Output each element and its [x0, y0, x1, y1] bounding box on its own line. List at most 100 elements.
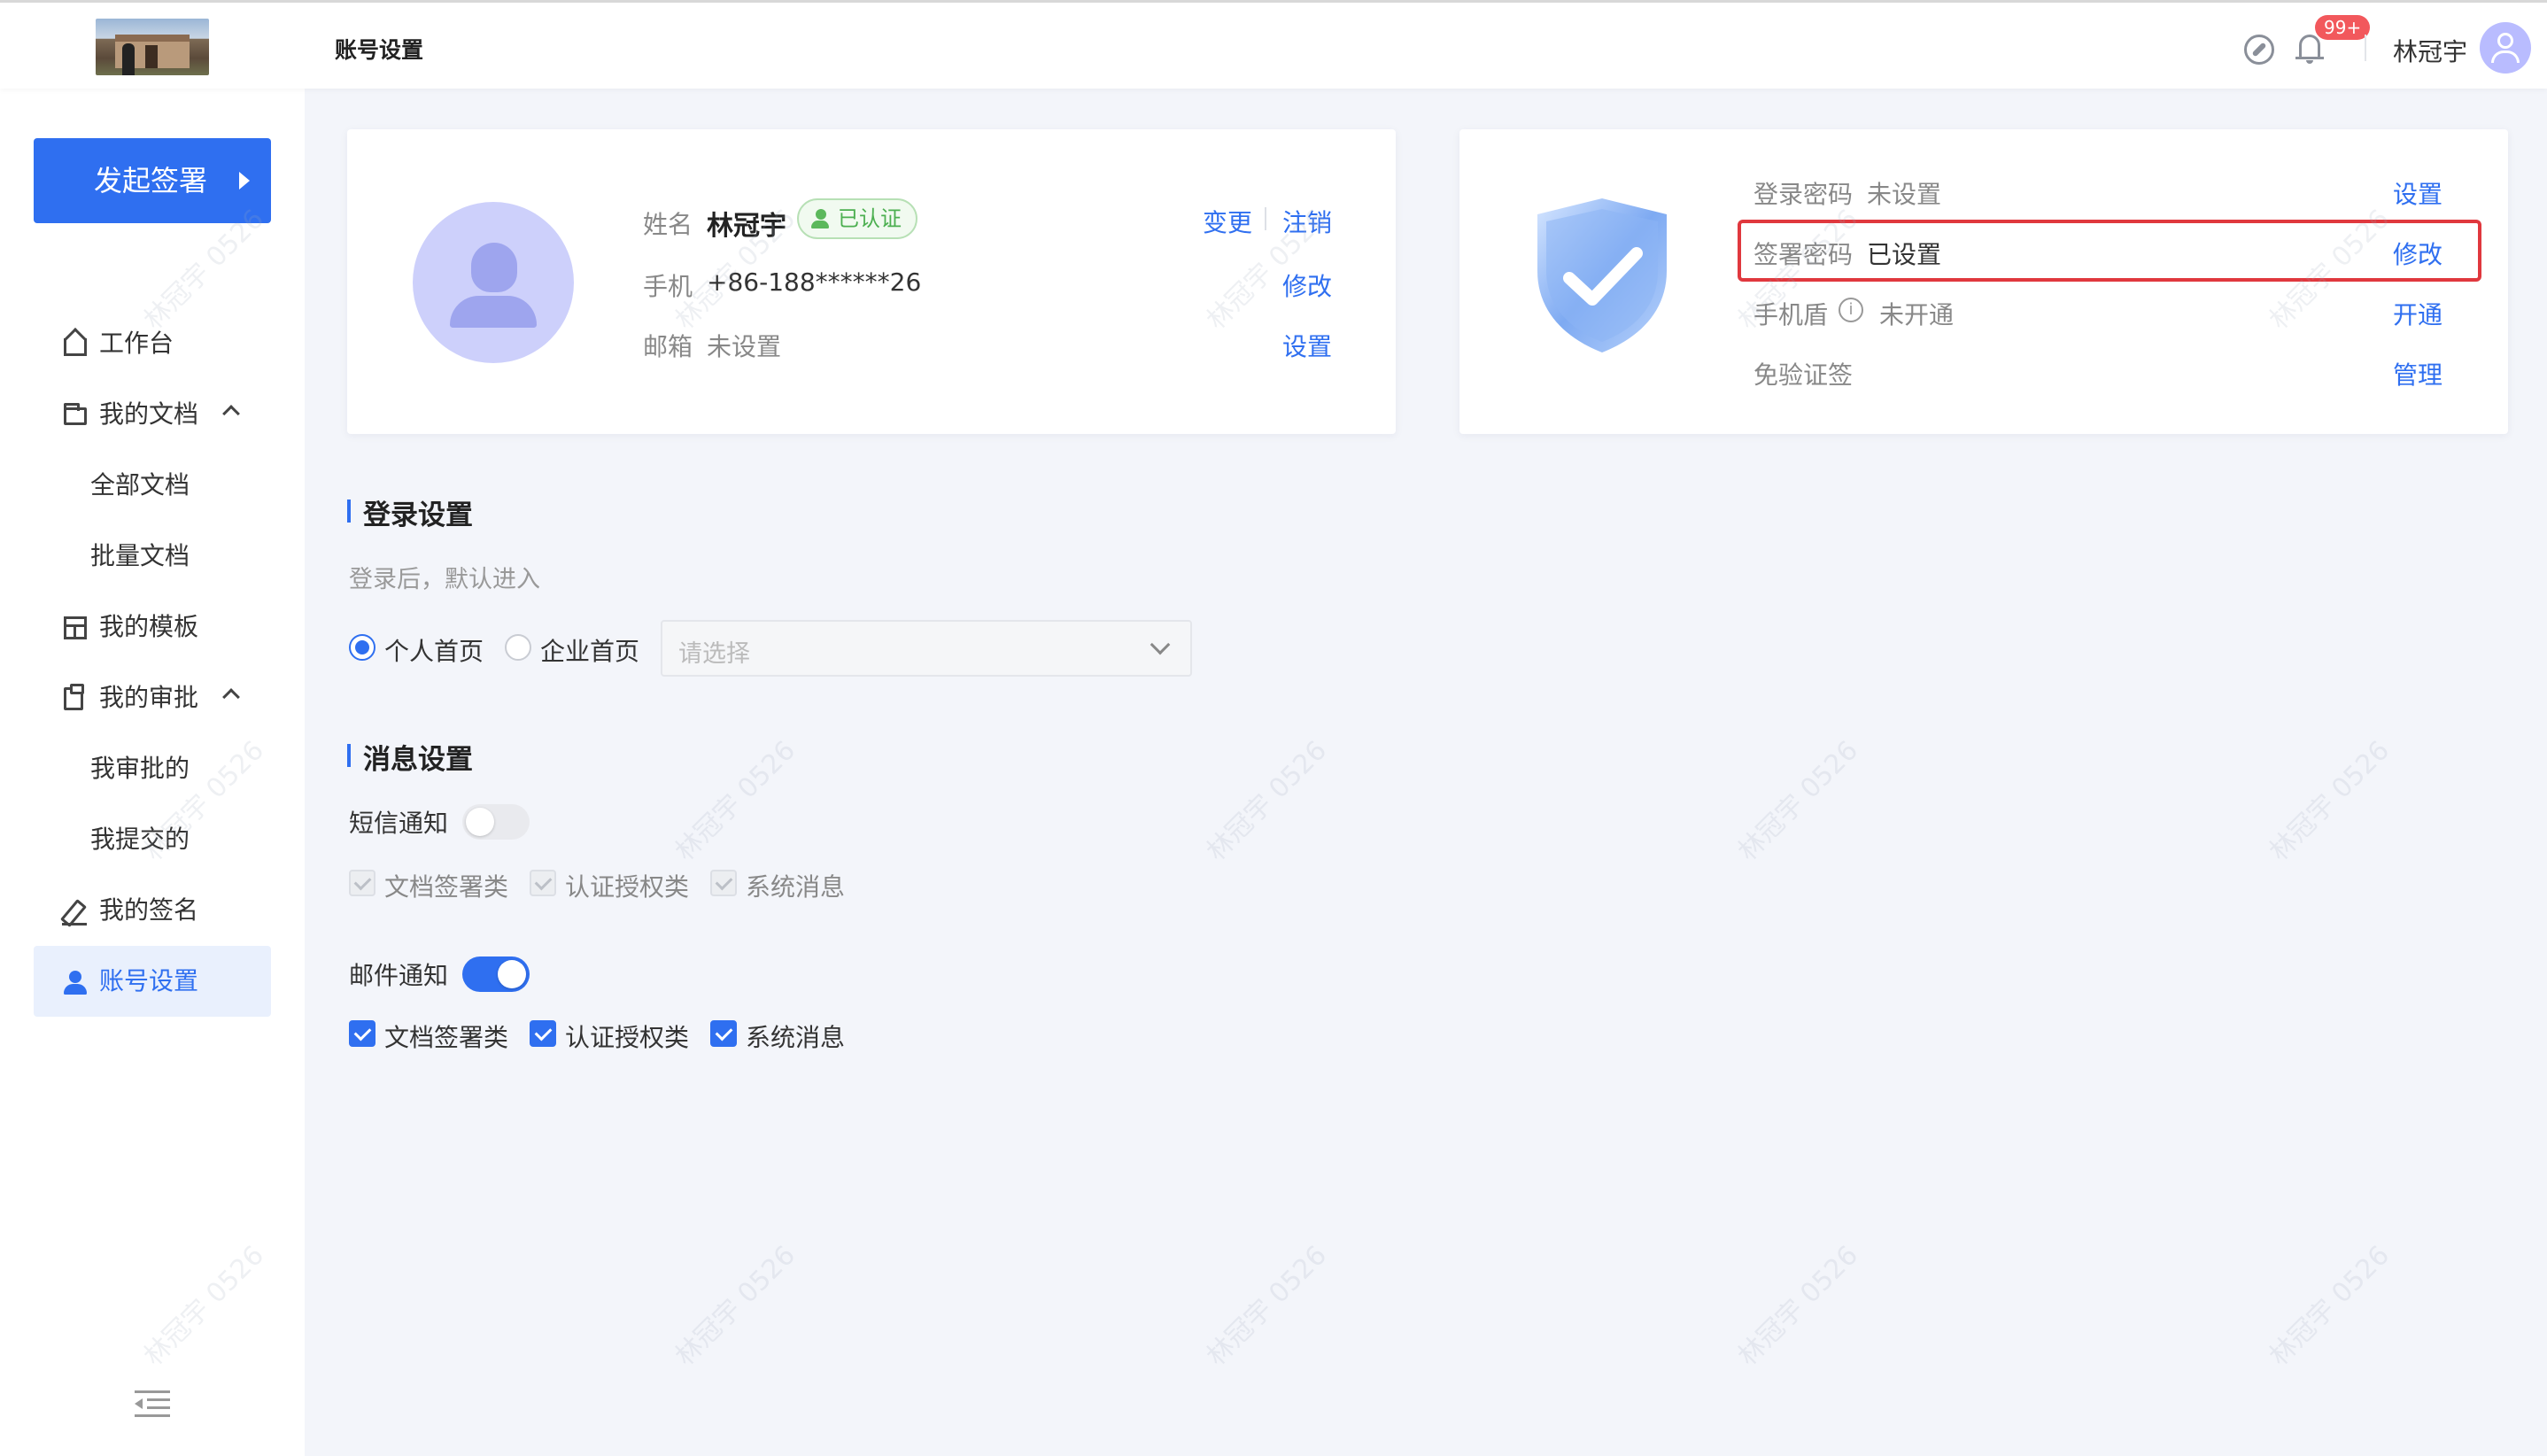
- select-placeholder: 请选择: [678, 640, 750, 668]
- login-settings-desc: 登录后，默认进入: [349, 566, 540, 593]
- sidebar-item-label: 我的签名: [99, 895, 199, 925]
- set-email-link[interactable]: 设置: [1282, 328, 1332, 363]
- watermark-text: 林冠宇 0526: [669, 1239, 801, 1373]
- email-check-system-label: 系统消息: [746, 1023, 846, 1052]
- profile-avatar: [413, 202, 574, 363]
- compass-icon[interactable]: [2244, 35, 2274, 65]
- sidebar-item-label: 我审批的: [90, 754, 190, 783]
- email-check-auth-label: 认证授权类: [565, 1023, 690, 1052]
- message-settings-title: 消息设置: [347, 737, 473, 777]
- chevron-down-icon: [1150, 634, 1171, 655]
- manage-no-verify-link[interactable]: 管理: [2393, 356, 2442, 391]
- sidebar-item-all-docs[interactable]: 全部文档: [34, 450, 271, 521]
- sidebar-item-label: 全部文档: [90, 470, 190, 500]
- watermark-text: 林冠宇 0526: [1731, 734, 1864, 868]
- watermark-text: 林冠宇 0526: [2263, 734, 2396, 868]
- email-notify-switch[interactable]: [462, 956, 530, 992]
- logo[interactable]: [96, 19, 209, 75]
- sms-notify-label: 短信通知: [349, 809, 449, 838]
- email-check-system[interactable]: [710, 1020, 737, 1047]
- sidebar-item-label: 账号设置: [99, 966, 199, 995]
- security-card: 登录密码 未设置 设置 签署密码 已设置 修改 手机盾 i 未开通 开通 免验证…: [1459, 129, 2508, 434]
- enable-phone-shield-link[interactable]: 开通: [2393, 296, 2442, 331]
- verified-tag: 已认证: [797, 198, 917, 239]
- collapse-sidebar-icon[interactable]: [135, 1390, 170, 1417]
- login-password-value: 未设置: [1867, 180, 1942, 209]
- chevron-up-icon: [222, 688, 240, 706]
- caret-right-icon: [239, 172, 250, 190]
- sidebar-item-label: 批量文档: [90, 541, 190, 570]
- sidebar-item-batch-docs[interactable]: 批量文档: [34, 521, 271, 592]
- phone-shield-label: 手机盾: [1753, 300, 1829, 329]
- phone-shield-value: 未开通: [1879, 300, 1955, 329]
- header-divider: [2365, 35, 2366, 61]
- watermark-text: 林冠宇 0526: [1200, 734, 1333, 868]
- sms-notify-switch[interactable]: [462, 804, 530, 840]
- sidebar-item-label: 工作台: [99, 329, 174, 358]
- sidebar-item-label: 我的文档: [99, 399, 199, 429]
- phone-label: 手机: [643, 272, 693, 301]
- pen-icon: [62, 900, 87, 925]
- sidebar-item-my-docs[interactable]: 我的文档: [34, 379, 271, 450]
- modify-phone-link[interactable]: 修改: [1282, 267, 1332, 303]
- modify-sign-password-link[interactable]: 修改: [2393, 236, 2442, 271]
- link-divider: [1265, 207, 1266, 230]
- radio-company-label[interactable]: 企业首页: [540, 632, 639, 668]
- sms-check-auth[interactable]: [530, 870, 556, 896]
- company-select[interactable]: 请选择: [661, 620, 1192, 677]
- home-icon: [64, 338, 87, 356]
- no-verify-sign-label: 免验证签: [1753, 360, 1854, 390]
- sidebar-item-label: 我提交的: [90, 825, 190, 854]
- watermark-text: 林冠宇 0526: [2263, 1239, 2396, 1373]
- sidebar-item-approved-by-me[interactable]: 我审批的: [34, 733, 271, 804]
- change-name-link[interactable]: 变更: [1203, 204, 1252, 239]
- set-login-password-link[interactable]: 设置: [2393, 175, 2442, 211]
- sms-check-system-label: 系统消息: [746, 872, 846, 902]
- start-sign-button[interactable]: 发起签署: [34, 138, 271, 223]
- login-settings-title: 登录设置: [347, 492, 473, 532]
- email-value: 未设置: [707, 332, 782, 361]
- sidebar-item-label: 我的模板: [99, 612, 199, 641]
- header-user-name[interactable]: 林冠宇: [2393, 33, 2467, 68]
- sign-password-label: 签署密码: [1753, 240, 1854, 269]
- radio-company-home[interactable]: [505, 634, 531, 661]
- email-notify-label: 邮件通知: [349, 961, 449, 990]
- profile-card: 姓名 林冠宇 已认证 变更 注销 手机 +86-188******26 修改 邮…: [347, 129, 1396, 434]
- verified-user-icon: [811, 209, 831, 228]
- top-header: 账号设置 99+ 林冠宇: [0, 0, 2547, 89]
- watermark-text: 林冠宇 0526: [669, 734, 801, 868]
- login-password-label: 登录密码: [1753, 180, 1854, 209]
- watermark-text: 林冠宇 0526: [1200, 1239, 1333, 1373]
- chevron-up-icon: [222, 405, 240, 422]
- clipboard-icon: [64, 684, 84, 710]
- phone-value: +86-188******26: [707, 267, 922, 297]
- start-sign-label: 发起签署: [94, 164, 208, 197]
- info-icon[interactable]: i: [1839, 298, 1863, 322]
- shield-check-icon: [1537, 198, 1667, 352]
- radio-personal-home[interactable]: [349, 634, 375, 661]
- radio-personal-label[interactable]: 个人首页: [384, 632, 484, 668]
- user-avatar[interactable]: [2480, 22, 2531, 74]
- sidebar-item-label: 我的审批: [99, 683, 199, 712]
- name-value: 林冠宇: [707, 211, 786, 242]
- email-check-doc-label: 文档签署类: [384, 1023, 509, 1052]
- sidebar-item-signatures[interactable]: 我的签名: [34, 875, 271, 946]
- email-check-auth[interactable]: [530, 1020, 556, 1047]
- logo-door: [145, 45, 158, 68]
- sidebar-item-approvals[interactable]: 我的审批: [34, 662, 271, 733]
- sidebar-item-account-settings[interactable]: 账号设置: [34, 946, 271, 1017]
- sidebar-item-submitted-by-me[interactable]: 我提交的: [34, 804, 271, 875]
- folder-icon: [64, 403, 87, 425]
- sms-check-system[interactable]: [710, 870, 737, 896]
- page-title: 账号设置: [335, 37, 424, 63]
- logo-person: [122, 43, 135, 75]
- name-label: 姓名: [643, 210, 693, 239]
- sidebar-item-templates[interactable]: 我的模板: [34, 592, 271, 662]
- sidebar-item-workbench[interactable]: 工作台: [34, 308, 271, 379]
- sms-check-doc[interactable]: [349, 870, 375, 896]
- email-check-doc[interactable]: [349, 1020, 375, 1047]
- watermark-text: 林冠宇 0526: [1731, 1239, 1864, 1373]
- sidebar: 发起签署 工作台 我的文档 全部文档 批量文档 我的模板 我的审批 我审批的 我…: [0, 89, 305, 1456]
- cancel-account-link[interactable]: 注销: [1282, 204, 1332, 239]
- sms-check-auth-label: 认证授权类: [565, 872, 690, 902]
